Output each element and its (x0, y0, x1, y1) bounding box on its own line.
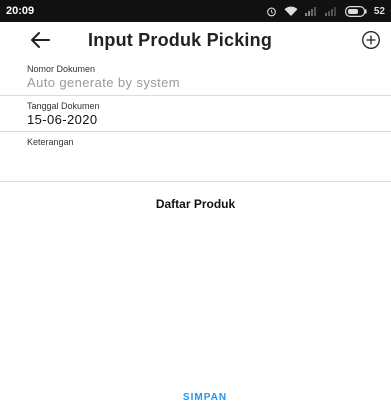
arrow-left-icon[interactable] (30, 31, 50, 49)
tanggal-dokumen-label: Tanggal Dokumen (27, 101, 100, 111)
status-icons: 52 (266, 6, 385, 17)
status-time: 20:09 (6, 5, 35, 17)
signal-icon (304, 6, 318, 16)
signal-icon-secondary (324, 6, 338, 16)
nomor-dokumen-placeholder: Auto generate by system (27, 75, 180, 90)
alarm-icon (266, 6, 277, 17)
save-button[interactable]: SIMPAN (160, 389, 250, 405)
page-title: Input Produk Picking (88, 30, 273, 50)
battery-percent: 52 (373, 5, 385, 17)
tanggal-dokumen-value: 15-06-2020 (27, 112, 98, 127)
screen: 20:09 52 Input Produk Picking Nomor Doku… (0, 0, 391, 406)
product-list-title: Daftar Produk (155, 197, 236, 211)
nomor-dokumen-label: Nomor Dokumen (27, 64, 96, 74)
status-bar: 20:09 52 (0, 0, 391, 22)
tanggal-dokumen-field[interactable]: Tanggal Dokumen 15-06-2020 (0, 96, 391, 132)
nomor-dokumen-field[interactable]: Nomor Dokumen Auto generate by system (0, 59, 391, 96)
keterangan-label: Keterangan (27, 137, 74, 147)
wifi-icon (284, 6, 298, 17)
app-bar: Input Produk Picking (0, 22, 391, 58)
plus-circle-icon[interactable] (361, 30, 381, 50)
keterangan-field[interactable]: Keterangan (0, 132, 391, 182)
battery-icon (344, 5, 367, 17)
